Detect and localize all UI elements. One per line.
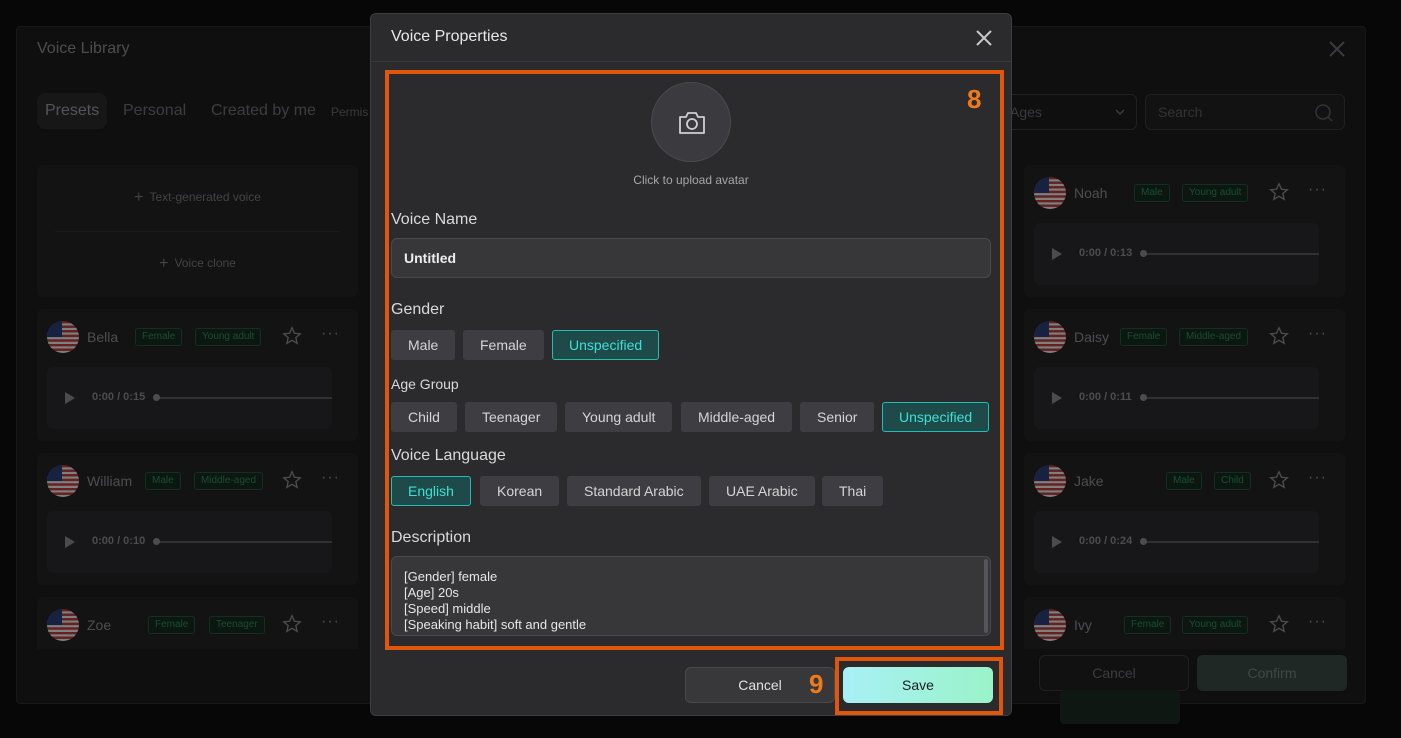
annotation-box-8	[385, 70, 1004, 650]
divider	[371, 61, 1011, 62]
annotation-box-9	[835, 657, 1003, 715]
annotation-number-8: 8	[967, 84, 982, 114]
dialog-title: Voice Properties	[391, 28, 508, 45]
close-icon[interactable]	[973, 27, 995, 49]
annotation-number-9: 9	[809, 669, 824, 699]
